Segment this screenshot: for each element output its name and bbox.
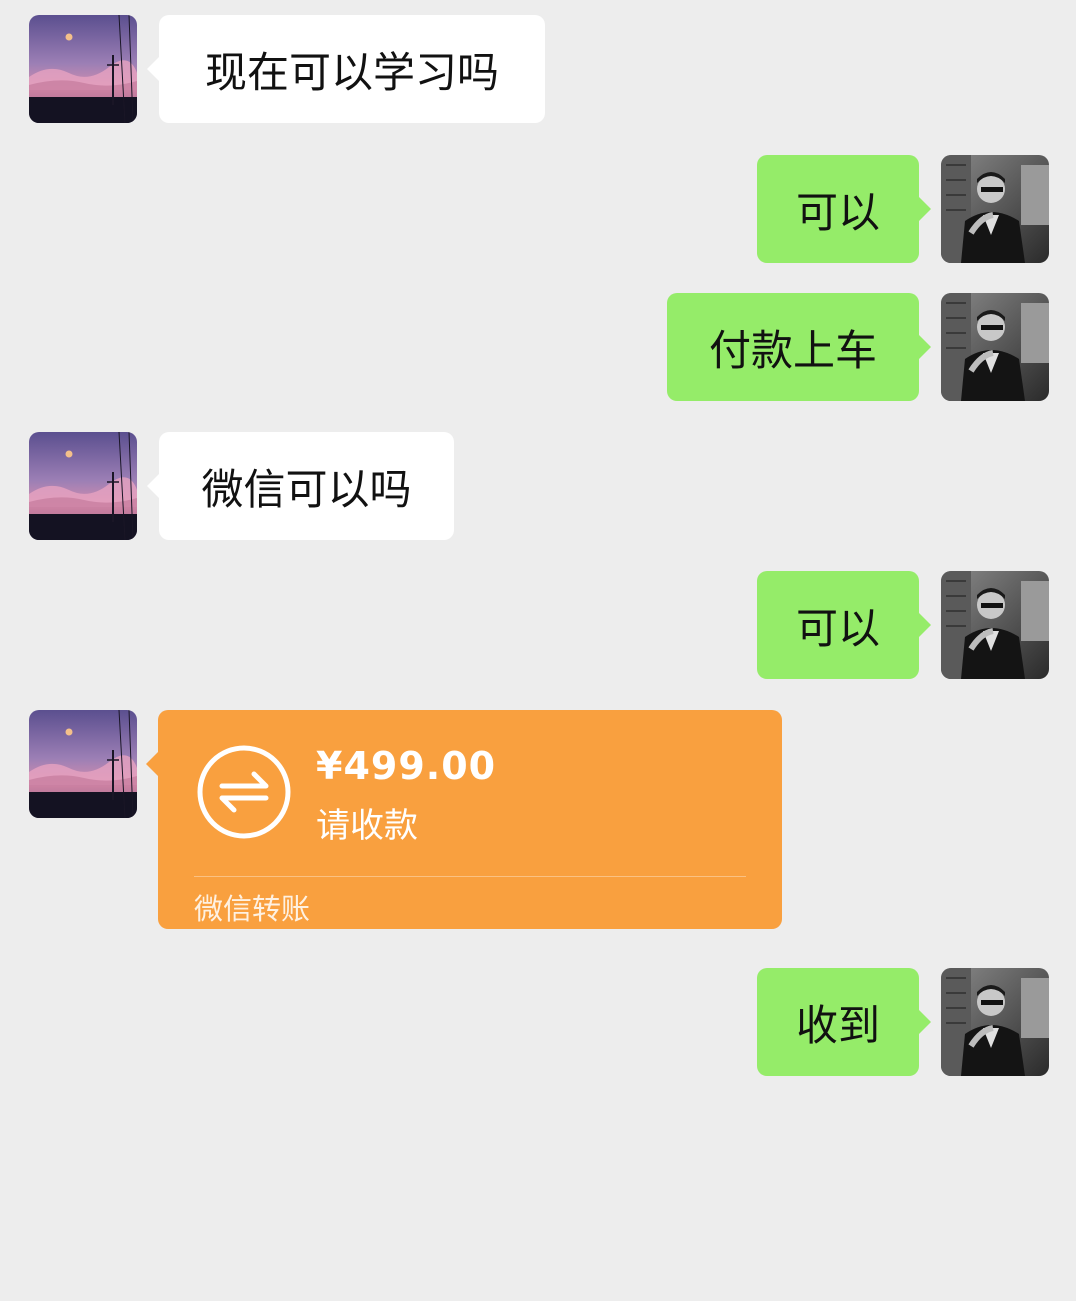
message-text: 微信可以吗 [201,464,412,514]
outgoing-message-bubble[interactable]: 付款上车 [667,293,931,401]
message-text: 收到 [795,1000,880,1050]
outgoing-message-bubble[interactable]: 可以 [757,155,931,263]
transfer-footer-label: 微信转账 [194,892,311,926]
transfer-amount: ¥499.00 [316,744,497,788]
self-avatar[interactable] [941,155,1049,263]
message-text: 可以 [795,187,880,237]
message-text: 付款上车 [708,325,877,375]
contact-avatar[interactable] [29,15,137,123]
man-portrait-avatar [941,293,1049,401]
sunset-landscape-avatar [29,710,137,818]
sunset-landscape-avatar [29,15,137,123]
incoming-message-bubble[interactable]: 微信可以吗 [147,432,454,540]
outgoing-message-bubble[interactable]: 收到 [757,968,931,1076]
transfer-card[interactable]: ¥499.00 请收款 微信转账 [146,710,782,929]
contact-avatar[interactable] [29,432,137,540]
self-avatar[interactable] [941,968,1049,1076]
man-portrait-avatar [941,571,1049,679]
transfer-arrows-icon [196,744,292,840]
divider [194,876,746,877]
transfer-status: 请收款 [316,806,418,846]
man-portrait-avatar [941,155,1049,263]
message-text: 可以 [795,603,880,653]
contact-avatar[interactable] [29,710,137,818]
message-text: 现在可以学习吗 [204,47,499,97]
outgoing-message-bubble[interactable]: 可以 [757,571,931,679]
incoming-message-bubble[interactable]: 现在可以学习吗 [147,15,545,123]
self-avatar[interactable] [941,571,1049,679]
man-portrait-avatar [941,968,1049,1076]
sunset-landscape-avatar [29,432,137,540]
self-avatar[interactable] [941,293,1049,401]
